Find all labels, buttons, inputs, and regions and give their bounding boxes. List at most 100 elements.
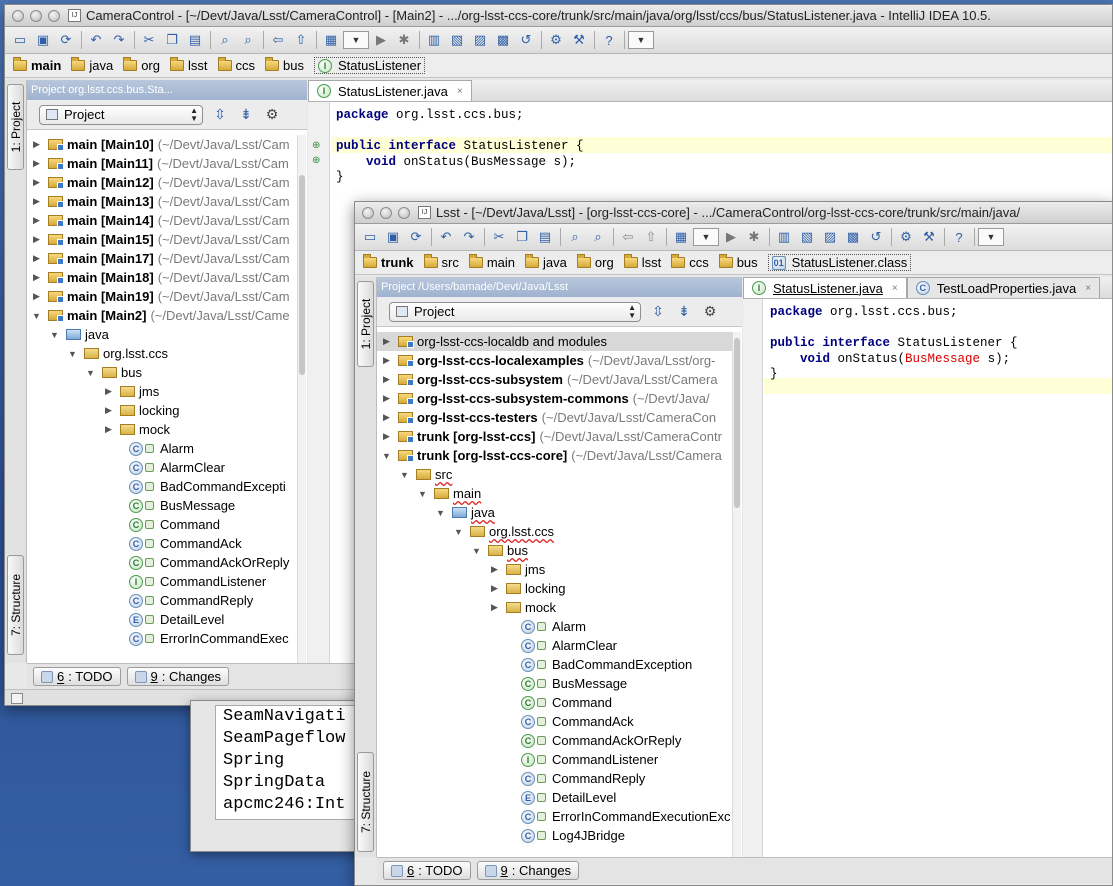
vcs-icon[interactable]: ▩ <box>492 29 514 51</box>
plugins-icon[interactable]: ⚒ <box>918 226 940 248</box>
undo-icon[interactable]: ↶ <box>435 226 457 248</box>
tree-row[interactable]: ▼ org.lsst.ccs <box>27 344 297 363</box>
breadcrumb-item[interactable]: trunk <box>363 254 414 270</box>
breadcrumb-item[interactable]: java <box>71 57 113 73</box>
breadcrumb-item[interactable]: bus <box>265 57 304 73</box>
implemented-marker-icon[interactable]: ⊕ <box>312 155 320 166</box>
tree-row[interactable]: ▶ main [Main15] (~/Devt/Java/Lsst/Cam <box>27 230 297 249</box>
collapse-all-icon[interactable]: ⇟ <box>237 106 255 123</box>
find-icon[interactable]: ⌕ <box>214 29 236 51</box>
editor-tab-test-load-properties[interactable]: C TestLoadProperties.java × <box>906 277 1101 298</box>
tree-row[interactable]: ▶ trunk [org-lsst-ccs] (~/Devt/Java/Lsst/C… <box>377 427 732 446</box>
revert-icon[interactable]: ↺ <box>515 29 537 51</box>
save-icon[interactable]: ▣ <box>32 29 54 51</box>
breadcrumb-item[interactable]: main <box>13 57 61 73</box>
tree-row[interactable]: C CommandReply <box>377 769 732 788</box>
expand-arrow-icon[interactable]: ▶ <box>31 158 42 169</box>
replace-icon[interactable]: ⌕ <box>237 29 259 51</box>
settings-icon[interactable]: ⚙ <box>895 226 917 248</box>
tree-row[interactable]: ▶ main [Main10] (~/Devt/Java/Lsst/Cam <box>27 135 297 154</box>
copy-icon[interactable]: ❐ <box>511 226 533 248</box>
debug-icon[interactable]: ✱ <box>743 226 765 248</box>
breadcrumb-item[interactable]: main <box>468 254 515 270</box>
tree-row[interactable]: C Log4JBridge <box>377 826 732 845</box>
paste-icon[interactable]: ▤ <box>534 226 556 248</box>
minimize-window-button[interactable] <box>30 9 42 22</box>
tree-row[interactable]: ▼ java <box>377 503 732 522</box>
tree-row[interactable]: ▶ org-lsst-ccs-subsystem-commons (~/Devt/J… <box>377 389 732 408</box>
tree-row[interactable]: ▶ locking <box>377 579 732 598</box>
expand-arrow-icon[interactable]: ▶ <box>31 253 42 264</box>
forward-icon[interactable]: ⇧ <box>290 29 312 51</box>
front-titlebar[interactable]: IJ Lsst - [~/Devt/Java/Lsst] - [org-lsst… <box>355 202 1112 224</box>
tree-row[interactable]: C Alarm <box>377 617 732 636</box>
expand-arrow-icon[interactable]: ▶ <box>103 405 114 416</box>
collapse-arrow-icon[interactable]: ▼ <box>399 470 410 480</box>
expand-arrow-icon[interactable]: ▶ <box>31 291 42 302</box>
expand-arrow-icon[interactable]: ▶ <box>31 139 42 150</box>
tree-row[interactable]: ▶ jms <box>377 560 732 579</box>
undo-icon[interactable]: ↶ <box>85 29 107 51</box>
collapse-arrow-icon[interactable]: ▼ <box>435 508 446 518</box>
close-tab-icon[interactable]: × <box>1085 283 1091 294</box>
tree-row[interactable]: ▶ org-lsst-ccs-localexamples (~/Devt/Java/… <box>377 351 732 370</box>
scrollbar-thumb[interactable] <box>734 338 740 508</box>
open-icon[interactable]: ▭ <box>359 226 381 248</box>
project-view-selector[interactable]: Project ▲ ▼ <box>39 104 203 125</box>
tree-row[interactable]: C CommandAckOrReply <box>377 731 732 750</box>
tree-row[interactable]: C CommandAckOrReply <box>27 553 297 572</box>
breadcrumb-item[interactable]: lsst <box>170 57 208 73</box>
tree-row[interactable]: C Command <box>27 515 297 534</box>
back-code-area[interactable]: package org.lsst.ccs.bus; public interfa… <box>336 108 584 186</box>
project-view-selector[interactable]: Project ▲ ▼ <box>389 301 641 322</box>
tree-row[interactable]: C CommandAck <box>377 712 732 731</box>
implemented-marker-icon[interactable]: ⊕ <box>312 140 320 151</box>
close-window-button[interactable] <box>12 9 24 22</box>
tree-row[interactable]: ▶ main [Main19] (~/Devt/Java/Lsst/Cam <box>27 287 297 306</box>
tree-row[interactable]: C ErrorInCommandExec <box>27 629 297 648</box>
tree-row[interactable]: C Command <box>377 693 732 712</box>
editor-tab-status-listener[interactable]: I StatusListener.java × <box>743 277 907 298</box>
front-code-area[interactable]: package org.lsst.ccs.bus; public interfa… <box>770 305 1018 383</box>
expand-arrow-icon[interactable]: ▶ <box>31 215 42 226</box>
scroll-from-source-icon[interactable]: ⇳ <box>211 106 229 123</box>
project-structure-icon[interactable]: ▧ <box>796 226 818 248</box>
zoom-window-button[interactable] <box>48 9 60 22</box>
project-tool-tab[interactable]: 1: Project <box>7 84 24 170</box>
tree-row[interactable]: ▼ org.lsst.ccs <box>377 522 732 541</box>
changes-tool-tab[interactable]: 9: Changes <box>126 667 230 686</box>
project-structure-icon[interactable]: ▧ <box>446 29 468 51</box>
help-icon[interactable]: ? <box>948 226 970 248</box>
build-icon[interactable]: ▦ <box>670 226 692 248</box>
tree-row[interactable]: ▶ main [Main14] (~/Devt/Java/Lsst/Cam <box>27 211 297 230</box>
expand-arrow-icon[interactable]: ▶ <box>31 196 42 207</box>
expand-arrow-icon[interactable]: ▶ <box>381 431 392 442</box>
tree-row[interactable]: C BusMessage <box>27 496 297 515</box>
collapse-arrow-icon[interactable]: ▼ <box>471 546 482 556</box>
tree-row[interactable]: E DetailLevel <box>377 788 732 807</box>
editor-tab-status-listener[interactable]: I StatusListener.java × <box>308 80 472 101</box>
tree-row[interactable]: C Alarm <box>27 439 297 458</box>
debug-icon[interactable]: ✱ <box>393 29 415 51</box>
copy-icon[interactable]: ❐ <box>161 29 183 51</box>
sync-icon[interactable]: ⟳ <box>405 226 427 248</box>
breadcrumb-item-current[interactable]: I StatusListener <box>313 57 426 74</box>
breadcrumb-item[interactable]: ccs <box>217 57 255 73</box>
panel-settings-icon[interactable]: ⚙ <box>701 303 719 320</box>
tree-row[interactable]: E DetailLevel <box>27 610 297 629</box>
expand-arrow-icon[interactable]: ▶ <box>381 336 392 347</box>
tree-row[interactable]: C AlarmClear <box>27 458 297 477</box>
tree-row[interactable]: ▶ locking <box>27 401 297 420</box>
changes-tool-tab[interactable]: 9: Changes <box>476 861 580 880</box>
close-window-button[interactable] <box>362 206 374 219</box>
project-tool-tab[interactable]: 1: Project <box>357 281 374 367</box>
close-tab-icon[interactable]: × <box>457 86 463 97</box>
structure-tool-tab[interactable]: 7: Structure <box>357 752 374 852</box>
tree-row[interactable]: C BadCommandException <box>377 655 732 674</box>
expand-arrow-icon[interactable]: ▶ <box>381 412 392 423</box>
module-settings-icon[interactable]: ▥ <box>773 226 795 248</box>
collapse-arrow-icon[interactable]: ▼ <box>417 489 428 499</box>
revert-icon[interactable]: ↺ <box>865 226 887 248</box>
build-icon[interactable]: ▦ <box>320 29 342 51</box>
expand-arrow-icon[interactable]: ▶ <box>381 393 392 404</box>
